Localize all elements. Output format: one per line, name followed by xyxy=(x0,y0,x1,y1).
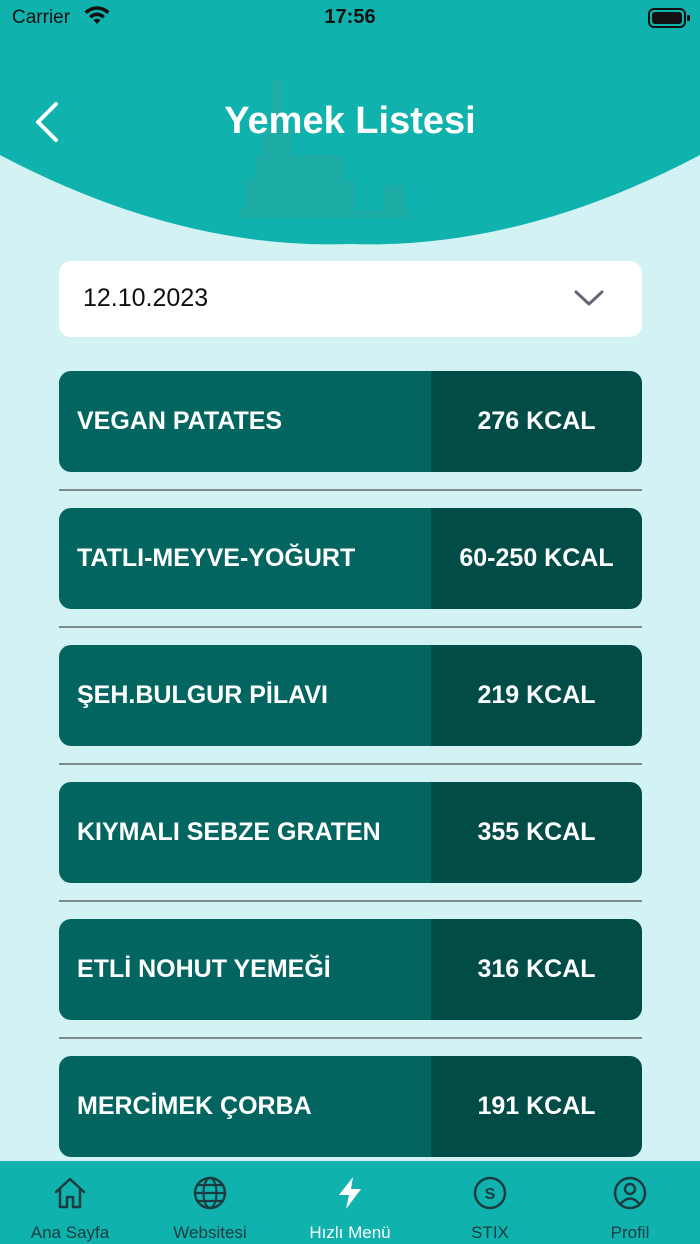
meal-list: VEGAN PATATES 276 KCAL TATLI-MEYVE-YOĞUR… xyxy=(59,371,642,1193)
profile-icon xyxy=(612,1175,648,1216)
meal-kcal: 191 KCAL xyxy=(431,1056,642,1157)
stix-coin-icon: S xyxy=(472,1175,508,1216)
meal-kcal: 276 KCAL xyxy=(431,371,642,472)
tab-label: Profil xyxy=(610,1223,650,1242)
divider xyxy=(59,626,642,628)
meal-name: KIYMALI SEBZE GRATEN xyxy=(59,782,431,883)
meal-kcal: 355 KCAL xyxy=(431,782,642,883)
tab-hizli-menu[interactable]: Hızlı Menü xyxy=(280,1161,420,1244)
tab-stix[interactable]: S STIX xyxy=(420,1161,560,1244)
meal-name: MERCİMEK ÇORBA xyxy=(59,1056,431,1157)
tab-profil[interactable]: Profil xyxy=(560,1161,700,1244)
tab-label: Hızlı Menü xyxy=(309,1223,391,1242)
tab-label: Ana Sayfa xyxy=(30,1223,110,1242)
page-title: Yemek Listesi xyxy=(224,100,476,142)
lightning-icon xyxy=(332,1175,368,1216)
meal-name: ŞEH.BULGUR PİLAVI xyxy=(59,645,431,746)
battery-icon xyxy=(648,8,690,33)
tab-websitesi[interactable]: Websitesi xyxy=(140,1161,280,1244)
meal-name: ETLİ NOHUT YEMEĞİ xyxy=(59,919,431,1020)
meal-name: VEGAN PATATES xyxy=(59,371,431,472)
meal-name: TATLI-MEYVE-YOĞURT xyxy=(59,508,431,609)
svg-text:S: S xyxy=(485,1186,496,1203)
divider xyxy=(59,900,642,902)
meal-item[interactable]: ŞEH.BULGUR PİLAVI 219 KCAL xyxy=(59,645,642,746)
globe-icon xyxy=(192,1175,228,1216)
meal-kcal: 316 KCAL xyxy=(431,919,642,1020)
divider xyxy=(59,489,642,491)
divider xyxy=(59,1037,642,1039)
meal-kcal: 219 KCAL xyxy=(431,645,642,746)
meal-item[interactable]: TATLI-MEYVE-YOĞURT 60-250 KCAL xyxy=(59,508,642,609)
date-dropdown[interactable]: 12.10.2023 xyxy=(59,261,642,337)
meal-item[interactable]: MERCİMEK ÇORBA 191 KCAL xyxy=(59,1056,642,1157)
meal-item[interactable]: ETLİ NOHUT YEMEĞİ 316 KCAL xyxy=(59,919,642,1020)
date-value: 12.10.2023 xyxy=(83,284,209,312)
meal-kcal: 60-250 KCAL xyxy=(431,508,642,609)
divider xyxy=(59,763,642,765)
meal-item[interactable]: VEGAN PATATES 276 KCAL xyxy=(59,371,642,472)
status-time: 17:56 xyxy=(324,6,376,28)
meal-item[interactable]: KIYMALI SEBZE GRATEN 355 KCAL xyxy=(59,782,642,883)
chevron-down-icon xyxy=(574,289,604,312)
tab-ana-sayfa[interactable]: Ana Sayfa xyxy=(0,1161,140,1244)
tab-label: STIX xyxy=(471,1223,509,1242)
tab-label: Websitesi xyxy=(173,1223,247,1242)
status-bar: Carrier 17:56 xyxy=(0,0,700,40)
home-icon xyxy=(52,1175,88,1216)
tab-bar: Ana Sayfa Websitesi Hızlı Menü S STIX Pr… xyxy=(0,1161,700,1244)
